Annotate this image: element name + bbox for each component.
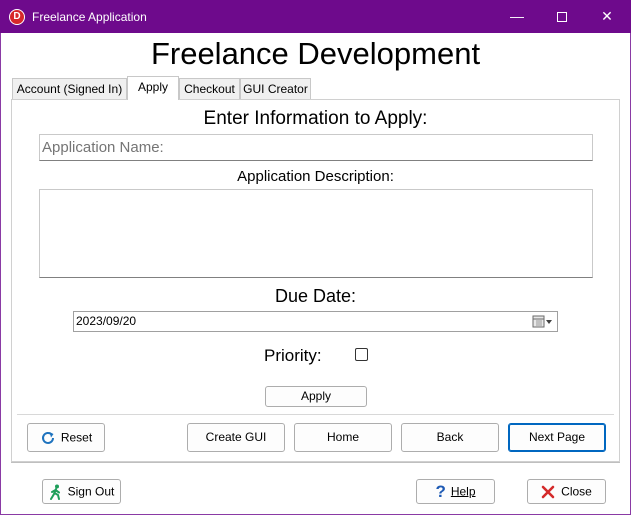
tab-account[interactable]: Account (Signed In) [12, 78, 127, 99]
page-title: Freelance Development [150, 36, 481, 71]
refresh-icon [41, 431, 54, 444]
app-logo-icon: D [9, 9, 25, 25]
create-gui-button[interactable]: Create GUI [187, 423, 285, 452]
next-page-button[interactable]: Next Page [508, 423, 606, 452]
create-gui-button-label: Create GUI [205, 430, 267, 444]
title-bar[interactable]: D Freelance Application — ✕ [0, 0, 631, 33]
back-button[interactable]: Back [401, 423, 499, 452]
home-button-label: Home [326, 430, 359, 444]
sign-out-button[interactable]: Sign Out [42, 479, 121, 504]
window-border-left [0, 33, 1, 515]
priority-checkbox[interactable] [355, 348, 368, 361]
sign-out-button-label: Sign Out [67, 484, 115, 499]
minimize-button[interactable]: — [494, 0, 540, 33]
minimize-icon: — [510, 8, 524, 24]
panel-divider [11, 462, 620, 463]
tab-apply[interactable]: Apply [127, 76, 179, 100]
help-icon: ? [435, 482, 446, 502]
calendar-dropdown-icon[interactable] [532, 315, 554, 328]
reset-button-label: Reset [60, 430, 93, 445]
due-date-picker[interactable]: 2023/09/20 [73, 311, 558, 332]
help-button[interactable]: ? Help [416, 479, 495, 504]
form-title: Enter Information to Apply: [203, 108, 428, 129]
maximize-button[interactable] [539, 0, 585, 33]
apply-button-label: Apply [300, 389, 332, 403]
reset-button[interactable]: Reset [27, 423, 105, 452]
close-icon: ✕ [601, 8, 613, 24]
due-date-value: 2023/09/20 [76, 314, 137, 328]
red-x-icon [541, 485, 555, 499]
maximize-icon [557, 12, 567, 23]
close-button-label: Close [561, 484, 592, 499]
window-title: Freelance Application [32, 10, 147, 24]
apply-button[interactable]: Apply [265, 386, 367, 407]
tab-checkout[interactable]: Checkout [179, 78, 240, 99]
next-page-button-label: Next Page [528, 430, 586, 444]
nav-divider [17, 414, 614, 415]
application-description-field[interactable] [39, 189, 593, 278]
help-button-label: Help [450, 484, 476, 499]
home-button[interactable]: Home [294, 423, 392, 452]
priority-label: Priority: [264, 346, 322, 365]
back-button-label: Back [436, 430, 464, 444]
walking-person-icon [49, 484, 60, 500]
description-label: Application Description: [237, 168, 394, 185]
window-close-button[interactable]: ✕ [584, 0, 630, 33]
application-name-input[interactable] [39, 134, 593, 161]
tab-gui-creator[interactable]: GUI Creator [240, 78, 311, 99]
due-date-label: Due Date: [274, 286, 357, 306]
close-button[interactable]: Close [527, 479, 606, 504]
